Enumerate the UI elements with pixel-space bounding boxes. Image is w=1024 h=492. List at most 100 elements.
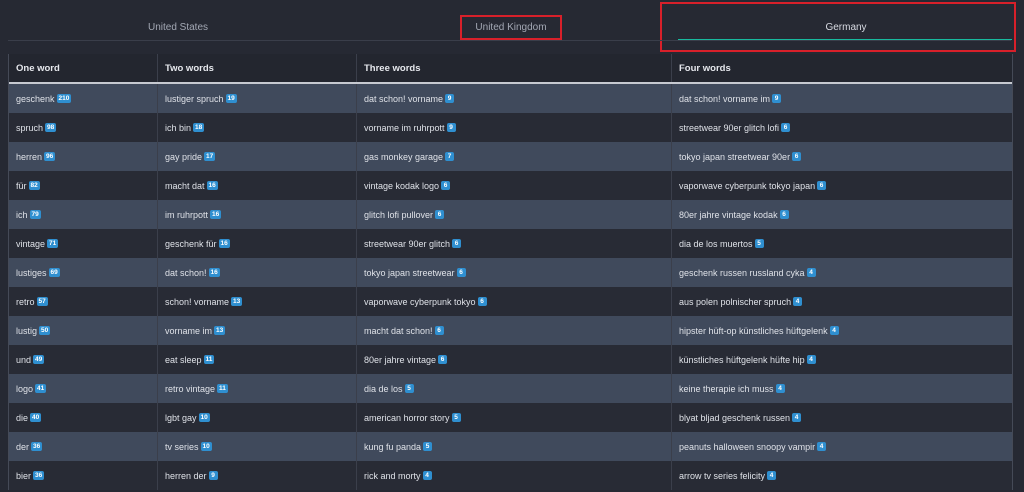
keyword-cell[interactable]: streetwear 90er glitch 6 [357,229,672,258]
keyword-cell[interactable]: keine therapie ich muss 4 [672,374,1012,403]
count-badge: 16 [208,268,220,277]
keyword-cell[interactable]: spruch 98 [9,113,158,142]
keyword-cell[interactable]: herren 96 [9,142,158,171]
keyword-text: vaporwave cyberpunk tokyo [364,296,476,307]
keyword-cell[interactable]: rick and morty 4 [357,461,672,490]
keyword-cell[interactable]: die 40 [9,403,158,432]
keyword-cell[interactable]: im ruhrpott 16 [158,200,357,229]
tab-united-kingdom[interactable]: United Kingdom [348,0,674,54]
table-row: herren 96 gay pride 17 gas monkey garage 7 tok… [9,142,1012,171]
keyword-cell[interactable]: vintage kodak logo 6 [357,171,672,200]
keyword-text: dia de los [364,383,403,394]
keyword-cell[interactable]: dat schon! vorname 9 [357,84,672,113]
keyword-cell[interactable]: gay pride 17 [158,142,357,171]
keyword-text: gas monkey garage [364,151,444,162]
column-header: One word [9,54,158,82]
keyword-cell[interactable]: vaporwave cyberpunk tokyo japan 6 [672,171,1012,200]
count-badge: 4 [806,268,816,277]
keyword-cell[interactable]: lustiger spruch 19 [158,84,357,113]
keyword-text: retro [16,296,35,307]
keyword-cell[interactable]: und 49 [9,345,158,374]
keyword-cell[interactable]: vorname im 13 [158,316,357,345]
keyword-cell[interactable]: hipster hüft-op künstliches hüftgelenk 4 [672,316,1012,345]
keyword-cell[interactable]: american horror story 5 [357,403,672,432]
keyword-cell[interactable]: eat sleep 11 [158,345,357,374]
keyword-cell[interactable]: arrow tv series felicity 4 [672,461,1012,490]
keyword-text: tv series [165,441,199,452]
keyword-cell[interactable]: dat schon! 16 [158,258,357,287]
table-row: retro 57 schon! vorname 13 vaporwave cyberpu… [9,287,1012,316]
keyword-cell[interactable]: tokyo japan streetwear 6 [357,258,672,287]
keyword-cell[interactable]: geschenk 210 [9,84,158,113]
keyword-cell[interactable]: herren der 9 [158,461,357,490]
keyword-cell[interactable]: blyat bljad geschenk russen 4 [672,403,1012,432]
count-badge: 9 [208,471,218,480]
keyword-cell[interactable]: lgbt gay 10 [158,403,357,432]
keyword-cell[interactable]: der 36 [9,432,158,461]
keyword-cell[interactable]: lustig 50 [9,316,158,345]
table-row: lustig 50 vorname im 13 macht dat schon! 6 hip… [9,316,1012,345]
keyword-cell[interactable]: macht dat schon! 6 [357,316,672,345]
keyword-cell[interactable]: macht dat 16 [158,171,357,200]
table-row: logo 41 retro vintage 11 dia de los 5 keine th… [9,374,1012,403]
keyword-cell[interactable]: streetwear 90er glitch lofi 6 [672,113,1012,142]
tab-united-states[interactable]: United States [8,0,348,54]
keyword-cell[interactable]: aus polen polnischer spruch 4 [672,287,1012,316]
keyword-text: logo [16,383,34,394]
keyword-cell[interactable]: geschenk für 16 [158,229,357,258]
keyword-text: lgbt gay [165,412,197,423]
count-badge: 4 [817,442,827,451]
keyword-text: 80er jahre vintage kodak [679,209,778,220]
keyword-cell[interactable]: logo 41 [9,374,158,403]
keyword-text: dia de los muertos [679,238,753,249]
keyword-cell[interactable]: 80er jahre vintage 6 [357,345,672,374]
keyword-cell[interactable]: geschenk russen russland cyka 4 [672,258,1012,287]
keyword-cell[interactable]: vintage 71 [9,229,158,258]
keyword-cell[interactable]: retro 57 [9,287,158,316]
keyword-cell[interactable]: ich 79 [9,200,158,229]
keyword-cell[interactable]: bier 36 [9,461,158,490]
count-badge: 10 [198,413,210,422]
keyword-text: 80er jahre vintage [364,354,437,365]
count-badge: 13 [231,297,243,306]
table-row: bier 36 herren der 9 rick and morty 4 arrow tv… [9,461,1012,490]
keyword-cell[interactable]: künstliches hüftgelenk hüfte hip 4 [672,345,1012,374]
table-row: und 49 eat sleep 11 80er jahre vintage 6 künst… [9,345,1012,374]
table-row: spruch 98 ich bin 18 vorname im ruhrpott 9 str… [9,113,1012,142]
count-badge: 9 [445,94,455,103]
count-badge: 50 [39,326,51,335]
keyword-cell[interactable]: vorname im ruhrpott 9 [357,113,672,142]
keyword-text: keine therapie ich muss [679,383,774,394]
count-badge: 6 [781,123,791,132]
table-row: für 82 macht dat 16 vintage kodak logo 6 vapor… [9,171,1012,200]
count-badge: 4 [775,384,785,393]
keyword-cell[interactable]: vaporwave cyberpunk tokyo 6 [357,287,672,316]
keyword-cell[interactable]: retro vintage 11 [158,374,357,403]
count-badge: 210 [56,94,72,103]
keyword-cell[interactable]: dia de los 5 [357,374,672,403]
tab-germany[interactable]: Germany [674,0,1018,54]
keyword-cell[interactable]: für 82 [9,171,158,200]
keyword-cell[interactable]: lustiges 69 [9,258,158,287]
keyword-text: geschenk russen russland cyka [679,267,805,278]
keyword-text: glitch lofi pullover [364,209,434,220]
keyword-cell[interactable]: tv series 10 [158,432,357,461]
keyword-cell[interactable]: schon! vorname 13 [158,287,357,316]
count-badge: 5 [754,239,764,248]
tab-label: United Kingdom [460,14,562,40]
keyword-cell[interactable]: kung fu panda 5 [357,432,672,461]
keyword-text: geschenk für [165,238,217,249]
keyword-cell[interactable]: glitch lofi pullover 6 [357,200,672,229]
keyword-cell[interactable]: peanuts halloween snoopy vampir 4 [672,432,1012,461]
keyword-cell[interactable]: dat schon! vorname im 9 [672,84,1012,113]
keyword-cell[interactable]: tokyo japan streetwear 90er 6 [672,142,1012,171]
count-badge: 82 [28,181,40,190]
count-badge: 4 [793,297,803,306]
keyword-cell[interactable]: dia de los muertos 5 [672,229,1012,258]
keyword-text: ich bin [165,122,192,133]
keyword-cell[interactable]: gas monkey garage 7 [357,142,672,171]
keyword-text: macht dat [165,180,205,191]
tabs-divider [8,40,1011,41]
keyword-cell[interactable]: ich bin 18 [158,113,357,142]
keyword-cell[interactable]: 80er jahre vintage kodak 6 [672,200,1012,229]
